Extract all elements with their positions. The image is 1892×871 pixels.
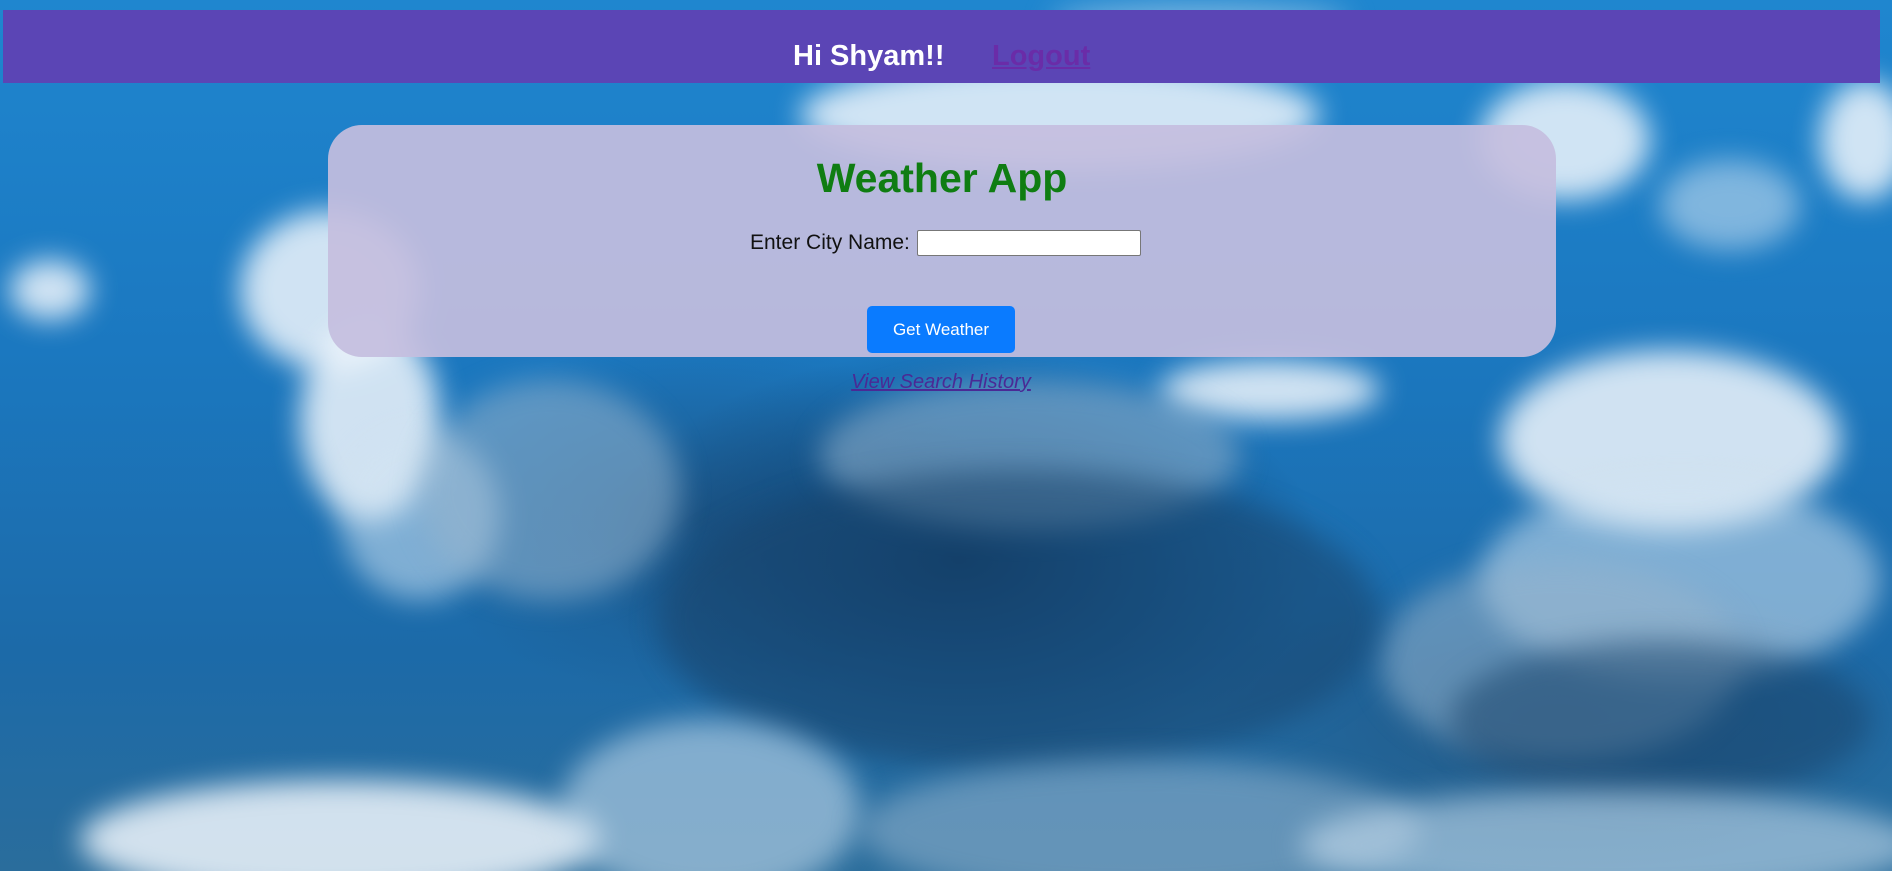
greeting-text: Hi Shyam!! <box>793 40 945 72</box>
weather-form-card: Weather App Enter City Name: Get Weather <box>328 125 1556 357</box>
top-navigation-bar: Hi Shyam!! Logout <box>3 10 1880 83</box>
app-title: Weather App <box>816 155 1068 201</box>
get-weather-button[interactable]: Get Weather <box>867 306 1015 353</box>
city-name-label: Enter City Name: <box>750 231 910 254</box>
city-name-input[interactable] <box>916 230 1141 256</box>
view-search-history-link[interactable]: View Search History <box>851 371 1031 393</box>
logout-link[interactable]: Logout <box>992 40 1090 73</box>
history-link-container: View Search History <box>0 371 1882 394</box>
city-input-row: Enter City Name: <box>750 230 1141 256</box>
